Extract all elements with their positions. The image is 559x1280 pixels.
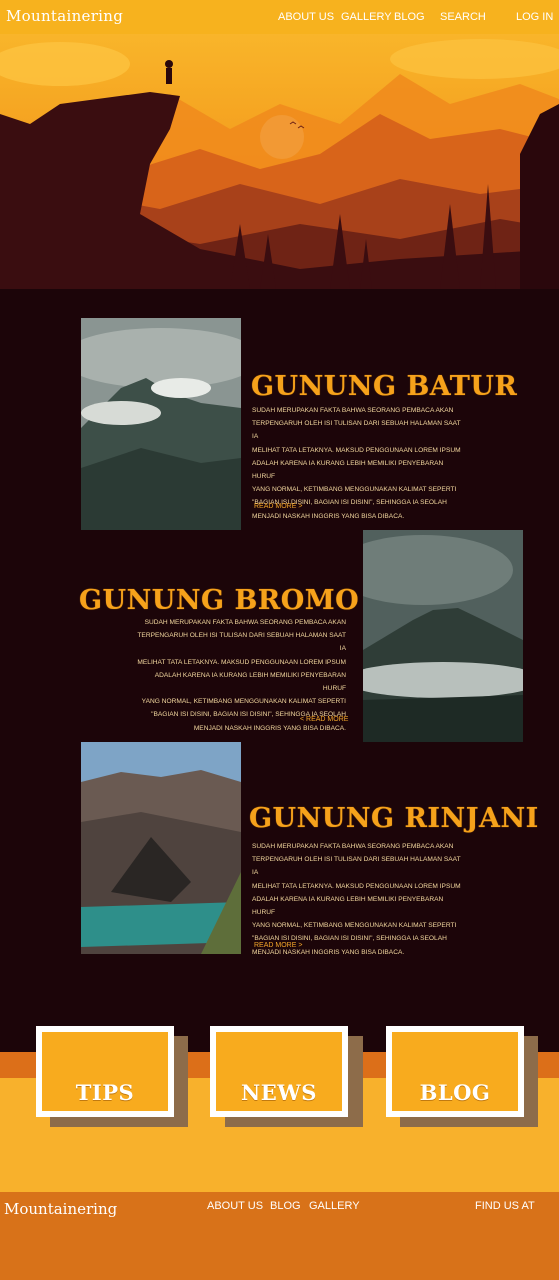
tips-card[interactable]: TIPS xyxy=(36,1026,174,1117)
tips-card-label: TIPS xyxy=(75,1080,135,1105)
footer-find-us[interactable]: Find us at xyxy=(475,1200,535,1212)
hero-landscape-image xyxy=(0,34,559,289)
nav-log-in[interactable]: Log in xyxy=(516,11,553,23)
gunung-rinjani-description: Sudah merupakan fakta bahwa seorang pemb… xyxy=(252,840,462,959)
rinjani-desc-line: terpengaruh oleh isi tulisan dari sebuah… xyxy=(252,856,461,877)
footer: Mountainering About us Blog Gallery Find… xyxy=(0,1192,559,1280)
batur-mountain-image xyxy=(81,318,241,530)
gunung-batur-title: GUNUNG BATUR xyxy=(251,371,518,402)
bromo-desc-line: melihat tata letaknya. Maksud penggunaan… xyxy=(137,658,346,666)
news-card[interactable]: NEWS xyxy=(210,1026,348,1117)
bromo-desc-line: adalah karena ia kurang lebih memiliki p… xyxy=(154,671,346,693)
gunung-rinjani-title: GUNUNG RINJANI xyxy=(249,803,539,834)
hero-illustration xyxy=(0,34,559,289)
mountain-list: GUNUNG BATUR Sudah merupakan fakta bahwa… xyxy=(0,289,559,1009)
batur-desc-line: melihat tata letaknya. Maksud penggunaan… xyxy=(252,446,461,454)
bromo-read-more-link[interactable]: < Read more xyxy=(300,716,348,723)
rinjani-mountain-image xyxy=(81,742,241,954)
gunung-bromo-title: GUNUNG BROMO xyxy=(79,585,360,616)
bromo-desc-line: menjadi naskah Inggris yang bisa dibaca. xyxy=(193,724,346,732)
brand-logo[interactable]: Mountainering xyxy=(6,7,123,25)
rinjani-read-more-link[interactable]: Read more > xyxy=(254,942,302,949)
batur-desc-line: adalah karena ia kurang lebih memiliki p… xyxy=(252,459,444,481)
gunung-batur-photo xyxy=(81,318,241,530)
blog-card-label: BLOG xyxy=(419,1080,491,1105)
nav-gallery[interactable]: Gallery xyxy=(341,11,392,23)
rinjani-desc-line: Sudah merupakan fakta bahwa seorang pemb… xyxy=(252,843,454,850)
bromo-desc-line: Sudah merupakan fakta bahwa seorang pemb… xyxy=(144,619,346,626)
bromo-desc-line: terpengaruh oleh isi tulisan dari sebuah… xyxy=(137,632,346,653)
batur-desc-line: terpengaruh oleh isi tulisan dari sebuah… xyxy=(252,420,461,441)
footer-gallery[interactable]: Gallery xyxy=(309,1200,360,1212)
top-navbar: Mountainering About us Gallery Blog Sear… xyxy=(0,0,559,34)
gunung-rinjani-photo xyxy=(81,742,241,954)
footer-brand[interactable]: Mountainering xyxy=(4,1200,117,1218)
batur-desc-line: menjadi naskah Inggris yang bisa dibaca. xyxy=(252,512,405,520)
bromo-desc-line: yang normal, ketimbang menggunakan kalim… xyxy=(141,698,346,706)
footer-about-us[interactable]: About us xyxy=(207,1200,263,1212)
nav-about-us[interactable]: About us xyxy=(278,11,334,23)
nav-blog[interactable]: Blog xyxy=(394,11,425,23)
rinjani-desc-line: adalah karena ia kurang lebih memiliki p… xyxy=(252,895,444,917)
batur-desc-line: Sudah merupakan fakta bahwa seorang pemb… xyxy=(252,407,454,414)
gunung-bromo-photo xyxy=(363,530,523,742)
blog-card[interactable]: BLOG xyxy=(386,1026,524,1117)
nav-search[interactable]: Search xyxy=(440,11,486,23)
footer-blog[interactable]: Blog xyxy=(270,1200,301,1212)
rinjani-desc-line: yang normal, ketimbang menggunakan kalim… xyxy=(252,922,457,930)
batur-desc-line: yang normal, ketimbang menggunakan kalim… xyxy=(252,486,457,494)
bromo-mountain-image xyxy=(363,530,523,742)
news-card-label: NEWS xyxy=(241,1080,317,1105)
batur-read-more-link[interactable]: Read more > xyxy=(254,503,302,510)
rinjani-desc-line: melihat tata letaknya. Maksud penggunaan… xyxy=(252,882,461,890)
